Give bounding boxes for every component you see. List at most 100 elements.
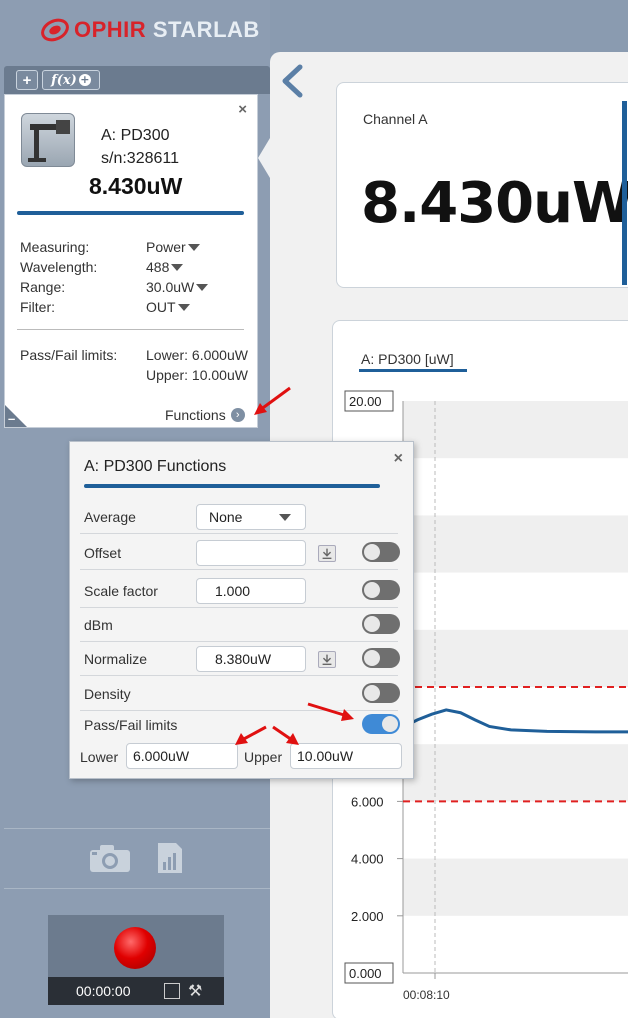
- prop-range: Range: 30.0uW: [20, 277, 250, 297]
- close-icon[interactable]: ×: [394, 450, 403, 468]
- row-label: Density: [84, 686, 131, 702]
- add-math-channel-button[interactable]: f(x) +: [42, 70, 100, 90]
- row-label: Pass/Fail limits: [84, 717, 178, 733]
- prop-measuring: Measuring: Power: [20, 237, 250, 257]
- channel-label: Channel A: [363, 111, 428, 127]
- toggle-knob: [364, 616, 380, 632]
- close-icon[interactable]: ×: [238, 101, 247, 118]
- grid-band: [403, 629, 628, 687]
- passfail-label: Pass/Fail limits:: [20, 347, 118, 363]
- download-icon[interactable]: [318, 651, 336, 668]
- functions-label: Functions: [165, 407, 226, 423]
- ophir-swoosh-icon: [41, 18, 69, 42]
- grid-band: [403, 515, 628, 573]
- device-color-bar: [17, 211, 244, 215]
- offset-input[interactable]: [196, 540, 306, 566]
- row-offset: Offset: [80, 536, 400, 570]
- dropdown-arrow-icon: [196, 283, 209, 291]
- dropdown-arrow-icon: [187, 243, 200, 251]
- plus-circle-icon: +: [78, 73, 91, 86]
- normalize-toggle[interactable]: [362, 648, 400, 668]
- divider: [17, 329, 244, 330]
- device-card: × A: PD300 s/n:328611 8.430uW Measuring:…: [4, 94, 258, 428]
- logo-text: OPHIR STARLAB: [74, 17, 260, 42]
- record-button[interactable]: [114, 927, 156, 969]
- ophir-logo: OPHIR STARLAB: [40, 10, 260, 50]
- record-timer: 00:00:00: [76, 983, 131, 999]
- row-label: Normalize: [84, 651, 148, 667]
- row-label: Average: [84, 509, 136, 525]
- row-dbm: dBm: [80, 608, 400, 642]
- toggle-knob: [382, 716, 398, 732]
- upper-limit-input[interactable]: 10.00uW: [290, 743, 402, 769]
- lower-label: Lower: [80, 749, 119, 765]
- average-select[interactable]: None: [196, 504, 306, 530]
- device-serial: s/n:328611: [101, 150, 179, 167]
- offset-toggle[interactable]: [362, 542, 400, 562]
- annotation-arrow-icon: [272, 725, 299, 745]
- scale-factor-toggle[interactable]: [362, 580, 400, 600]
- chevron-right-icon: ›: [230, 408, 245, 422]
- y-tick-label: 2.000: [351, 909, 384, 924]
- channel-color-bar: [622, 101, 627, 285]
- functions-link[interactable]: Functions ›: [165, 407, 245, 423]
- prop-label: Filter:: [20, 299, 55, 315]
- annotation-arrow-icon: [307, 702, 354, 721]
- prop-label: Range:: [20, 279, 66, 295]
- upper-label: Upper: [244, 749, 283, 765]
- prop-filter: Filter: OUT: [20, 297, 250, 317]
- x-tick-label: 00:08:10: [403, 988, 450, 1002]
- recorder-status-bar: 00:00:00 ⚒: [48, 977, 224, 1005]
- scale-factor-input[interactable]: 1.000: [196, 578, 306, 604]
- report-icon[interactable]: [156, 842, 184, 874]
- recorder-panel: 00:00:00 ⚒: [48, 915, 224, 1005]
- dbm-toggle[interactable]: [362, 614, 400, 634]
- filter-dropdown[interactable]: OUT: [146, 299, 190, 315]
- normalize-input[interactable]: 8.380uW: [196, 646, 306, 672]
- passfail-toggle[interactable]: [362, 714, 400, 734]
- row-label: Scale factor: [84, 583, 158, 599]
- toggle-knob: [364, 650, 380, 666]
- y-tick-label: 0.000: [349, 966, 382, 981]
- prop-label: Measuring:: [20, 239, 90, 255]
- toggle-knob: [364, 685, 380, 701]
- prop-wavelength: Wavelength: 488: [20, 257, 250, 277]
- divider: [4, 888, 270, 889]
- lower-limit-input[interactable]: 6.000uW: [126, 743, 238, 769]
- row-label: Offset: [84, 545, 122, 561]
- minus-icon[interactable]: –: [8, 411, 15, 426]
- divider: [4, 828, 270, 829]
- device-properties: Measuring: Power Wavelength: 488 Range: …: [20, 237, 250, 317]
- passfail-upper: Upper: 10.00uW: [146, 367, 248, 383]
- toggle-knob: [364, 544, 380, 560]
- download-icon[interactable]: [318, 545, 336, 562]
- row-normalize: Normalize 8.380uW: [80, 642, 400, 676]
- popup-title: A: PD300 Functions: [84, 458, 227, 475]
- save-log-icon[interactable]: [164, 983, 180, 999]
- sensor-icon: [28, 120, 70, 162]
- row-scale-factor: Scale factor 1.000: [80, 574, 400, 608]
- range-dropdown[interactable]: 30.0uW: [146, 279, 209, 295]
- camera-icon[interactable]: [88, 842, 132, 874]
- grid-band: [403, 401, 628, 459]
- density-toggle[interactable]: [362, 683, 400, 703]
- settings-tools-icon[interactable]: ⚒: [188, 981, 202, 1001]
- add-device-button[interactable]: +: [16, 70, 38, 90]
- channel-reading: 8.430uW: [361, 171, 628, 236]
- measuring-dropdown[interactable]: Power: [146, 239, 200, 255]
- toggle-knob: [364, 582, 380, 598]
- channel-card: Channel A 8.430uW: [336, 82, 628, 288]
- card-pointer: [258, 138, 270, 178]
- grid-band: [403, 858, 628, 916]
- wavelength-dropdown[interactable]: 488: [146, 259, 184, 275]
- dropdown-arrow-icon: [177, 303, 190, 311]
- chevron-left-icon[interactable]: [280, 64, 304, 98]
- popup-color-bar: [84, 484, 380, 488]
- series-line: [402, 708, 628, 734]
- sensor-image: [21, 113, 75, 167]
- fx-label: f(x): [51, 72, 77, 88]
- device-toolbar: + f(x) +: [4, 66, 270, 94]
- annotation-arrow-icon: [235, 725, 267, 745]
- row-average: Average None: [80, 500, 398, 534]
- dropdown-arrow-icon: [171, 263, 184, 271]
